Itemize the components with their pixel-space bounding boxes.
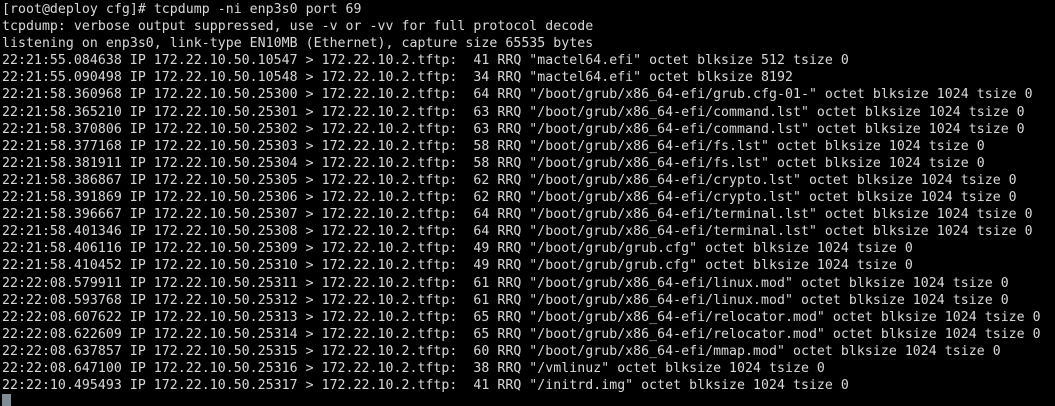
shell-prompt: [root@deploy cfg]# xyxy=(2,2,154,17)
packet-line: 22:22:08.593768 IP 172.22.10.50.25312 > … xyxy=(2,292,1009,308)
packet-line: 22:21:58.381911 IP 172.22.10.50.25304 > … xyxy=(2,155,985,171)
packet-line: 22:22:08.579911 IP 172.22.10.50.25311 > … xyxy=(2,275,1009,291)
packet-line: 22:21:58.391869 IP 172.22.10.50.25306 > … xyxy=(2,190,1017,206)
packet-line: 22:22:10.495493 IP 172.22.10.50.25317 > … xyxy=(2,378,849,394)
packet-line: 22:21:58.377168 IP 172.22.10.50.25303 > … xyxy=(2,138,985,154)
packet-line: 22:21:58.370806 IP 172.22.10.50.25302 > … xyxy=(2,121,1025,137)
shell-command: tcpdump -ni enp3s0 port 69 xyxy=(153,2,362,17)
packet-line: 22:21:55.084638 IP 172.22.10.50.10547 > … xyxy=(2,53,849,69)
terminal-window[interactable]: [root@deploy cfg]# tcpdump -ni enp3s0 po… xyxy=(0,0,1055,406)
packet-line: 22:21:58.406116 IP 172.22.10.50.25309 > … xyxy=(2,241,913,257)
packet-line: 22:21:58.396667 IP 172.22.10.50.25307 > … xyxy=(2,207,1033,223)
prompt-line: [root@deploy cfg]# tcpdump -ni enp3s0 po… xyxy=(2,1,1055,18)
packet-line: 22:21:58.386867 IP 172.22.10.50.25305 > … xyxy=(2,172,1017,188)
output-line: tcpdump: verbose output suppressed, use … xyxy=(2,19,594,35)
packet-line: 22:21:58.365210 IP 172.22.10.50.25301 > … xyxy=(2,104,1025,120)
packet-line: 22:21:58.401346 IP 172.22.10.50.25308 > … xyxy=(2,224,1033,240)
packet-line: 22:22:08.637857 IP 172.22.10.50.25315 > … xyxy=(2,343,1001,359)
packet-line: 22:22:08.622609 IP 172.22.10.50.25314 > … xyxy=(2,326,1041,342)
output-line: listening on enp3s0, link-type EN10MB (E… xyxy=(2,36,594,52)
packet-line: 22:21:58.360968 IP 172.22.10.50.25300 > … xyxy=(2,87,1033,103)
terminal-cursor xyxy=(2,394,11,406)
cursor-line xyxy=(2,394,1055,406)
packet-line: 22:22:08.607622 IP 172.22.10.50.25313 > … xyxy=(2,309,1041,325)
packet-line: 22:21:55.090498 IP 172.22.10.50.10548 > … xyxy=(2,70,793,86)
packet-line: 22:22:08.647100 IP 172.22.10.50.25316 > … xyxy=(2,360,825,376)
packet-line: 22:21:58.410452 IP 172.22.10.50.25310 > … xyxy=(2,258,913,274)
